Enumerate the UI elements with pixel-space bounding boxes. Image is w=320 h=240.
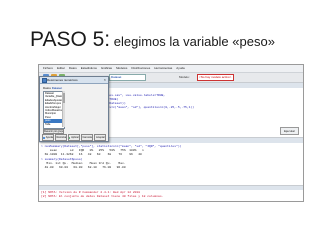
scrollbar-thumb[interactable] <box>63 93 65 103</box>
messages-header <box>39 186 303 190</box>
slide-title: PASO 5: elegimos la variable «peso» <box>30 28 275 52</box>
menu-item-models[interactable]: Modelos <box>116 65 127 72</box>
active-model-field[interactable]: <No hay modelo activo> <box>197 74 234 81</box>
slide-title-main: PASO 5: <box>30 28 111 51</box>
apply-icon <box>69 136 71 139</box>
close-icon[interactable]: × <box>104 77 106 83</box>
reset-button[interactable]: Reiniciar <box>55 134 67 141</box>
dataset-name: Dataset <box>51 86 63 90</box>
message-line: [2] NOTA: El conjunto de datos Dataset t… <box>41 195 164 198</box>
numeric-summaries-dialog: Resúmenes numéricos × Datos Dataset Data… <box>39 76 109 142</box>
menu-item-file[interactable]: Fichero <box>43 65 53 72</box>
slide-title-sub: elegimos la variable «peso» <box>110 34 275 49</box>
listbox-scrollbar[interactable] <box>62 91 65 127</box>
model-label: Modelo: <box>179 75 190 79</box>
help-button[interactable]: Ayuda <box>42 134 54 141</box>
output-pane[interactable]: Output > numSummary(Dataset[,"peso"], st… <box>39 137 303 184</box>
dialog-button-row: Ayuda Reiniciar Aplicar Cancelar Aceptar <box>42 134 106 141</box>
variables-label: Datos Dataset <box>43 86 63 90</box>
messages-pane: [1] NOTA: Versión de R Commander 2.4-1: … <box>39 185 303 201</box>
menu-bar: Fichero Editar Datos Estadísticos Gráfic… <box>39 65 303 73</box>
help-icon <box>43 136 45 139</box>
active-dataset-field[interactable]: Dataset <box>109 74 146 81</box>
menu-item-statistics[interactable]: Estadísticos <box>81 65 97 72</box>
dialog-title[interactable]: Resúmenes numéricos <box>40 77 108 84</box>
submit-button[interactable]: Ejecutar <box>280 127 299 135</box>
cancel-button[interactable]: Cancelar <box>81 134 93 141</box>
output-line: 68.1000 11.3268 16 48 60 68 76 96 40 <box>41 153 142 156</box>
menu-item-data[interactable]: Datos <box>69 65 77 72</box>
menu-item-tools[interactable]: Herramientas <box>154 65 172 72</box>
rcommander-window: Fichero Editar Datos Estadísticos Gráfic… <box>38 64 304 202</box>
accept-button[interactable]: Aceptar <box>94 134 106 141</box>
apply-button[interactable]: Aplicar <box>68 134 80 141</box>
menu-item-help[interactable]: Ayuda <box>176 65 184 72</box>
menu-item-graphs[interactable]: Gráficas <box>101 65 112 72</box>
menu-item-distributions[interactable]: Distribuciones <box>131 65 150 72</box>
menu-item-edit[interactable]: Editar <box>57 65 65 72</box>
output-line: 48.00 60.00 68.00 68.10 76.00 96.00 <box>41 166 126 169</box>
list-item[interactable]: Talla <box>44 123 64 126</box>
app-icon <box>42 78 47 83</box>
